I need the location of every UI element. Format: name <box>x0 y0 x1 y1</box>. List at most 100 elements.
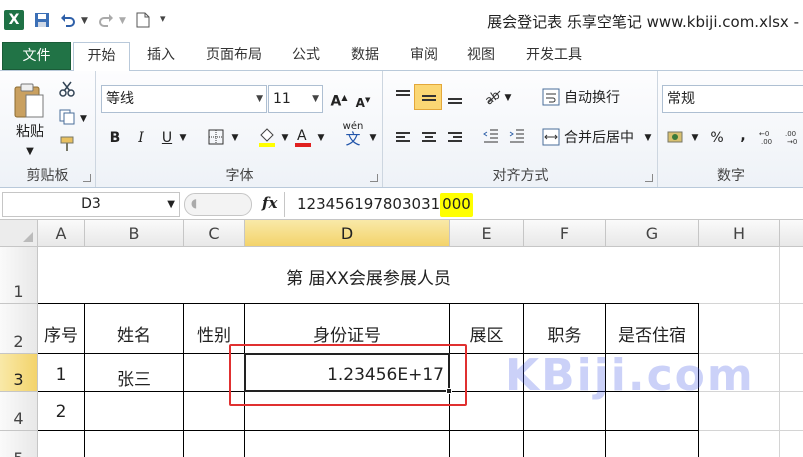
merge-center-dropdown-icon[interactable]: ▼ <box>642 127 654 149</box>
row-header-2[interactable]: 2 <box>0 304 38 354</box>
column-header-f[interactable]: F <box>524 220 606 247</box>
undo-icon[interactable] <box>60 12 76 32</box>
clipboard-launcher-icon[interactable] <box>83 174 91 182</box>
column-header-partial[interactable] <box>780 220 803 247</box>
tab-data[interactable]: 数据 <box>344 42 386 70</box>
header-cell-index[interactable]: 序号 <box>38 321 84 346</box>
top-align-icon[interactable] <box>392 85 414 107</box>
row-header-5[interactable]: 5 <box>0 431 38 457</box>
font-launcher-icon[interactable] <box>370 174 378 182</box>
wrap-text-icon[interactable] <box>542 88 564 110</box>
tab-view[interactable]: 视图 <box>460 42 502 70</box>
formula-input[interactable]: 123456197803031 000 <box>297 193 473 217</box>
phonetic-dropdown-icon[interactable]: ▼ <box>367 127 379 149</box>
phonetic-char-text: 文 <box>345 130 361 148</box>
grow-font-icon[interactable]: A▲ <box>329 87 349 113</box>
header-cell-id-number[interactable]: 身份证号 <box>245 321 449 346</box>
column-header-b[interactable]: B <box>85 220 184 247</box>
shrink-font-icon[interactable]: A▼ <box>353 89 373 114</box>
font-color-dropdown-icon[interactable]: ▼ <box>315 127 327 149</box>
row-header-4[interactable]: 4 <box>0 392 38 431</box>
middle-align-icon[interactable] <box>414 84 442 110</box>
percent-button[interactable]: % <box>707 127 727 149</box>
comma-button[interactable]: , <box>735 125 751 147</box>
cell-b3[interactable]: 张三 <box>85 365 183 390</box>
cut-icon[interactable] <box>58 80 80 102</box>
column-header-c[interactable]: C <box>184 220 245 247</box>
formula-bar-splitter[interactable]: ◖ <box>184 193 252 216</box>
customize-toolbar-icon[interactable]: ▾ <box>160 12 166 25</box>
italic-button[interactable]: I <box>131 127 151 149</box>
number-format-select[interactable]: 常规 <box>662 85 803 113</box>
wrap-text-button[interactable]: 自动换行 <box>564 87 628 109</box>
header-cell-name[interactable]: 姓名 <box>85 321 183 346</box>
column-header-g[interactable]: G <box>606 220 699 247</box>
tab-developer[interactable]: 开发工具 <box>518 42 590 70</box>
font-name-select[interactable]: 等线 ▼ <box>101 85 267 113</box>
cell-a4[interactable]: 2 <box>38 402 84 422</box>
column-header-d[interactable]: D <box>245 220 450 247</box>
increase-indent-icon[interactable] <box>508 127 530 149</box>
decrease-indent-icon[interactable] <box>482 127 504 149</box>
fill-color-icon[interactable] <box>257 126 279 148</box>
format-painter-icon[interactable] <box>58 135 80 157</box>
underline-button[interactable]: U <box>157 127 177 149</box>
merge-center-icon[interactable] <box>542 128 564 150</box>
align-right-icon[interactable] <box>444 127 466 149</box>
increase-decimal-icon[interactable]: ←0.00 <box>759 128 781 150</box>
row-header-1[interactable]: 1 <box>0 247 38 304</box>
underline-dropdown-icon[interactable]: ▼ <box>177 127 189 149</box>
copy-dropdown-icon[interactable]: ▼ <box>80 108 87 130</box>
align-center-icon[interactable] <box>418 127 440 149</box>
font-name-dropdown-icon[interactable]: ▼ <box>256 86 263 112</box>
tab-file[interactable]: 文件 <box>2 42 71 70</box>
font-size-dropdown-icon[interactable]: ▼ <box>312 86 319 112</box>
name-box-dropdown-icon[interactable]: ▼ <box>167 193 175 216</box>
copy-icon[interactable] <box>58 108 80 130</box>
decrease-decimal-icon[interactable]: .00 →0 <box>785 128 803 150</box>
save-icon[interactable] <box>34 12 50 32</box>
alignment-launcher-icon[interactable] <box>645 174 653 182</box>
new-document-icon[interactable] <box>136 12 150 32</box>
font-color-icon[interactable]: A <box>293 126 315 148</box>
select-all-corner[interactable] <box>0 220 38 247</box>
column-header-h[interactable]: H <box>699 220 780 247</box>
phonetic-guide-icon[interactable]: wén 文 <box>340 121 366 148</box>
header-cell-lodging[interactable]: 是否住宿 <box>606 321 698 346</box>
column-header-a[interactable]: A <box>38 220 85 247</box>
paste-button[interactable]: 粘贴 <box>8 121 52 143</box>
insert-function-icon[interactable]: fx <box>262 194 277 212</box>
fill-color-dropdown-icon[interactable]: ▼ <box>279 127 291 149</box>
tab-home[interactable]: 开始 <box>73 42 130 71</box>
bold-button[interactable]: B <box>105 127 125 149</box>
align-left-icon[interactable] <box>392 127 414 149</box>
header-cell-gender[interactable]: 性别 <box>184 321 244 346</box>
row-header-3[interactable]: 3 <box>0 354 38 392</box>
orientation-icon[interactable]: ab <box>482 85 504 108</box>
excel-icon[interactable]: X <box>4 10 24 30</box>
column-header-e[interactable]: E <box>450 220 524 247</box>
merge-center-button[interactable]: 合并后居中 <box>564 127 644 149</box>
header-cell-area[interactable]: 展区 <box>450 321 523 346</box>
tab-insert[interactable]: 插入 <box>140 42 182 70</box>
worksheet-grid[interactable]: A B C D E F G H 1 2 3 4 5 第 届XX会展参展人员 序号… <box>0 220 803 457</box>
redo-dropdown-icon[interactable]: ▼ <box>119 16 126 26</box>
accounting-format-icon[interactable] <box>667 128 689 150</box>
undo-dropdown-icon[interactable]: ▼ <box>81 16 88 26</box>
row-header-3-label: 3 <box>13 370 24 389</box>
accounting-dropdown-icon[interactable]: ▼ <box>689 127 701 149</box>
cell-a3[interactable]: 1 <box>38 365 84 385</box>
tab-formulas[interactable]: 公式 <box>285 42 327 70</box>
paste-icon[interactable] <box>12 81 46 121</box>
paste-dropdown-icon[interactable]: ▼ <box>8 141 52 163</box>
name-box[interactable]: D3 ▼ <box>2 192 180 217</box>
header-cell-position[interactable]: 职务 <box>524 321 605 346</box>
borders-dropdown-icon[interactable]: ▼ <box>229 127 241 149</box>
tab-page-layout[interactable]: 页面布局 <box>198 42 270 70</box>
orientation-dropdown-icon[interactable]: ▼ <box>502 87 514 109</box>
font-size-select[interactable]: 11 ▼ <box>268 85 323 113</box>
borders-icon[interactable] <box>207 128 229 150</box>
bottom-align-icon[interactable] <box>444 85 466 107</box>
redo-icon[interactable] <box>98 12 114 32</box>
tab-review[interactable]: 审阅 <box>403 42 445 70</box>
